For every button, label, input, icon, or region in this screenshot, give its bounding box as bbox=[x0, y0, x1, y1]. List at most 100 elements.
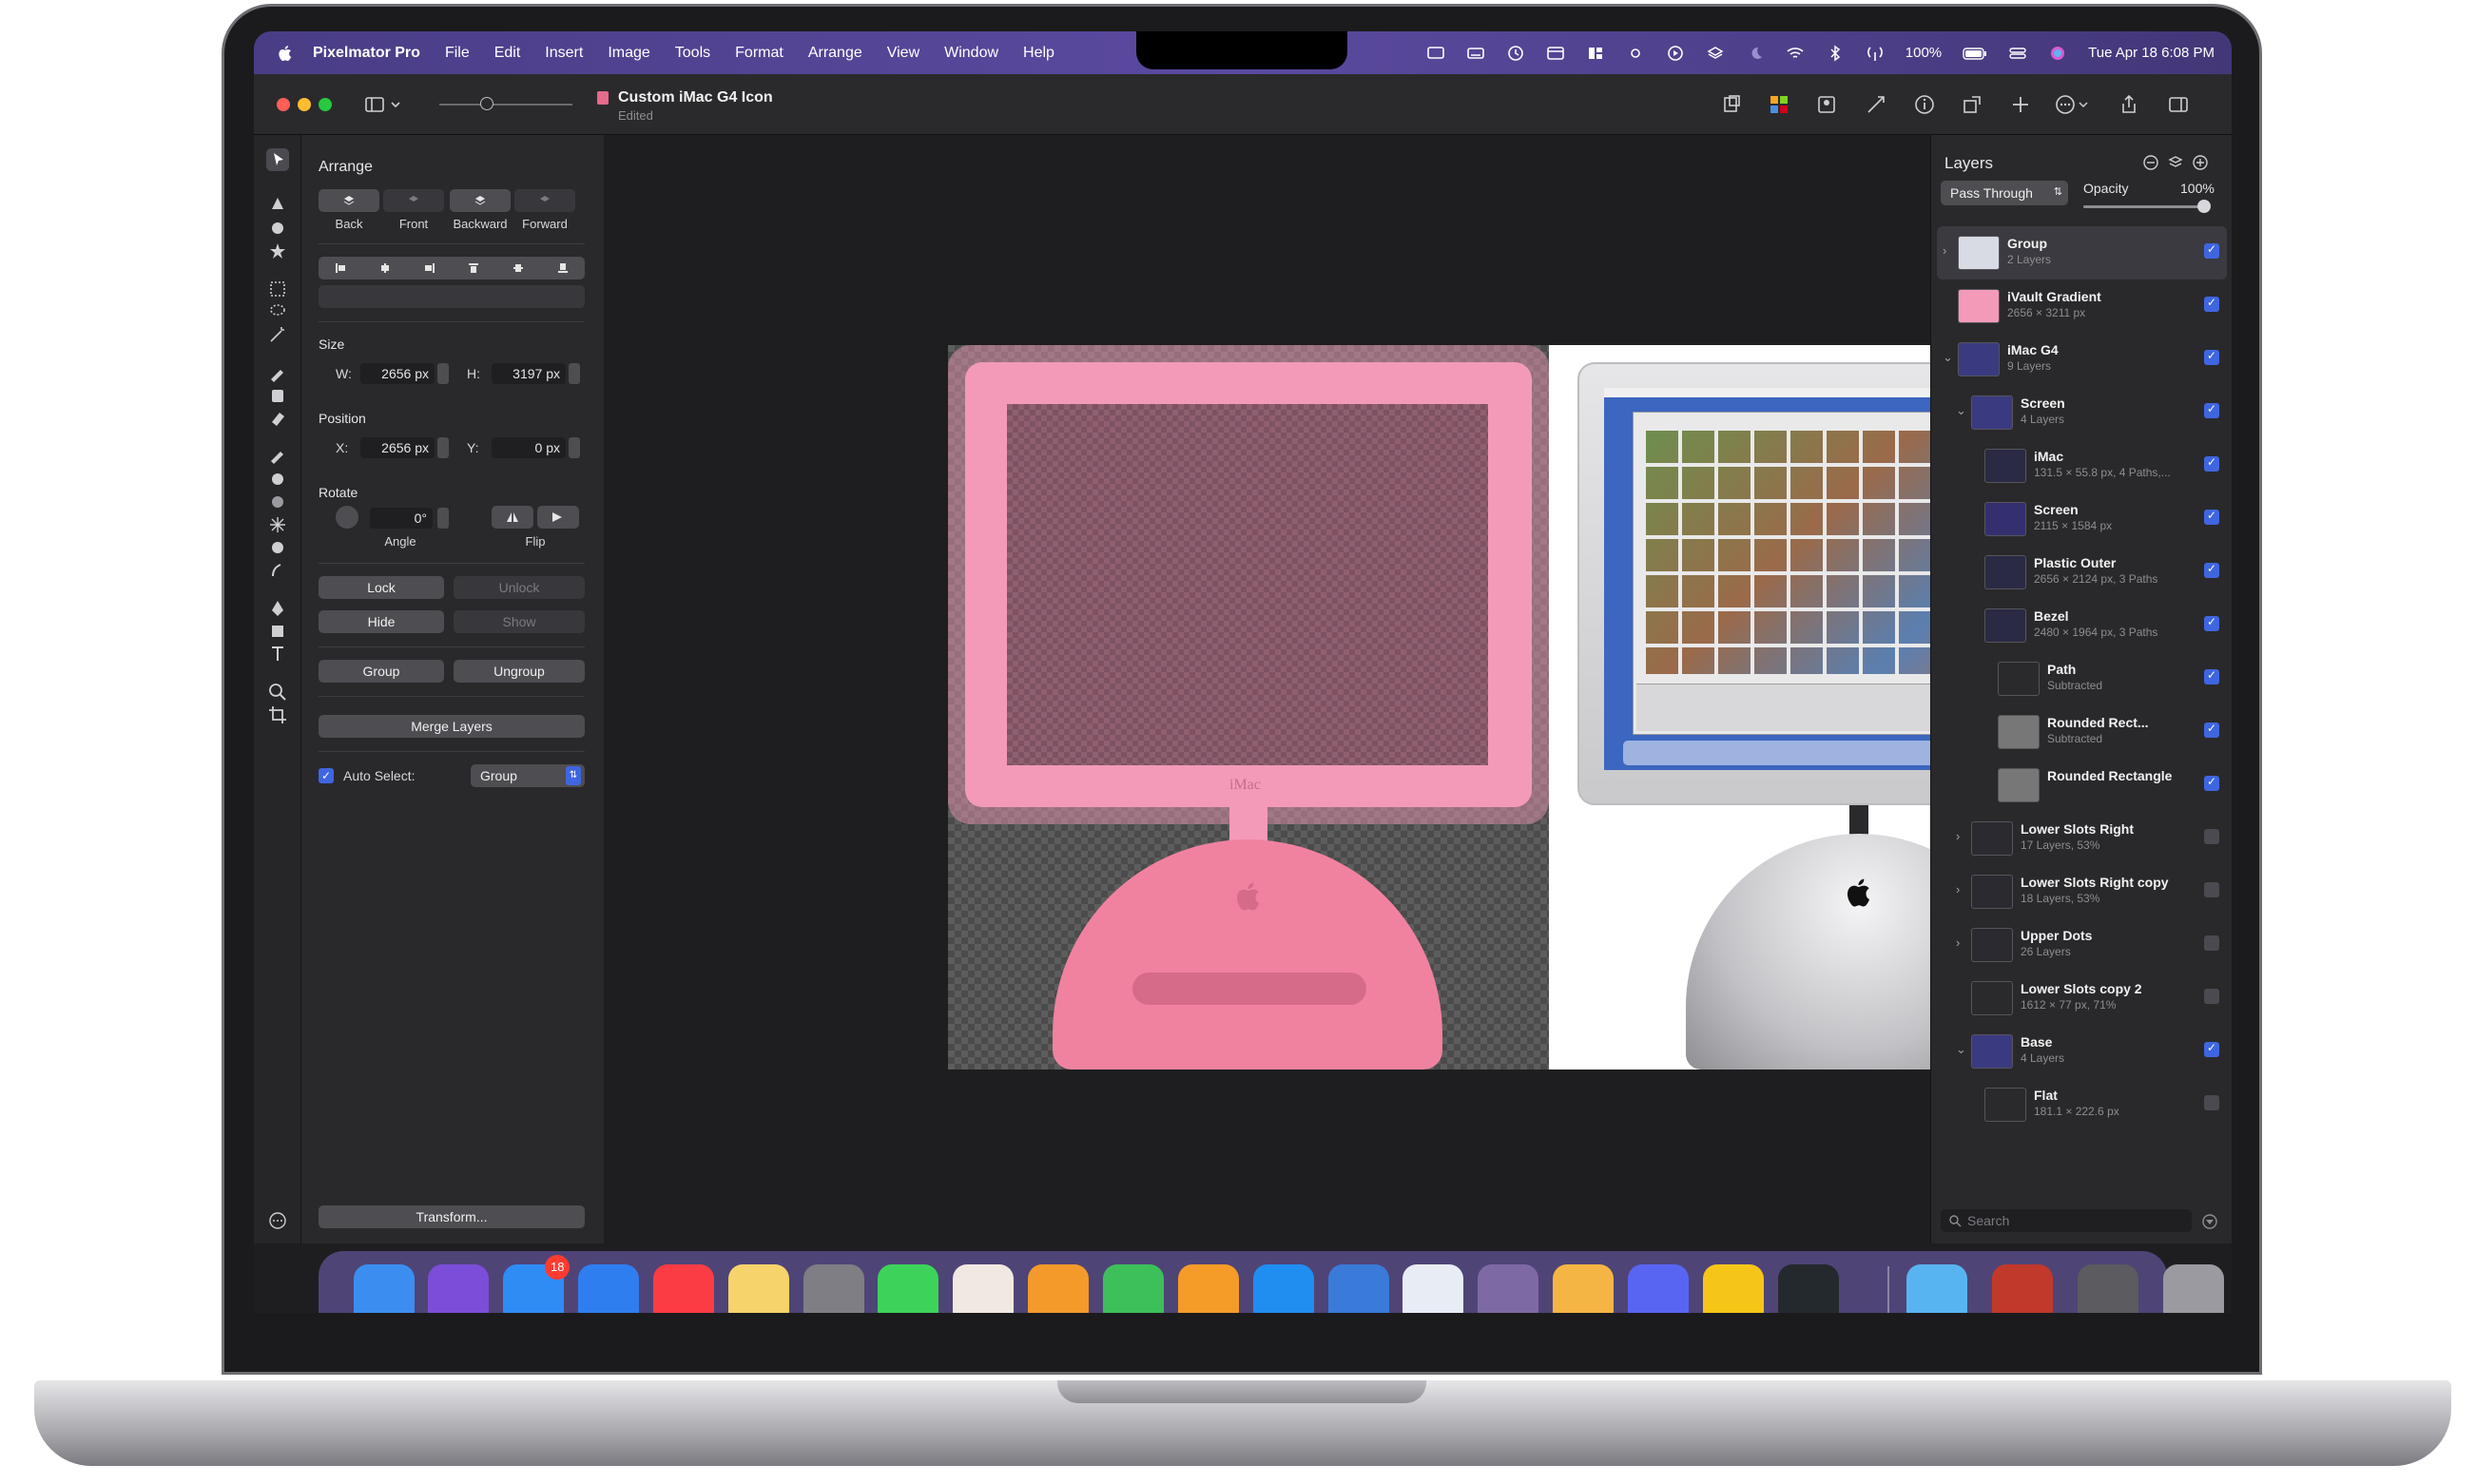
color-adjust-tool-icon[interactable] bbox=[266, 217, 289, 240]
merge-layers-button[interactable]: Merge Layers bbox=[319, 715, 585, 738]
layer-visibility-checkbox[interactable] bbox=[2204, 615, 2219, 631]
hide-button[interactable]: Hide bbox=[319, 610, 444, 633]
layer-visibility-checkbox[interactable] bbox=[2204, 989, 2219, 1004]
x-field[interactable]: 2656 px bbox=[360, 437, 435, 458]
format-icon[interactable] bbox=[1720, 93, 1743, 116]
photos-icon[interactable] bbox=[953, 1264, 1015, 1313]
layer-visibility-checkbox[interactable] bbox=[2204, 402, 2219, 418]
shape-tool-icon[interactable] bbox=[266, 620, 289, 643]
zoom-window-button[interactable] bbox=[319, 98, 332, 111]
crop-tool-icon[interactable] bbox=[266, 703, 289, 726]
align-right-icon[interactable] bbox=[423, 261, 436, 275]
zoom-slider[interactable] bbox=[439, 104, 572, 106]
bluetooth-icon[interactable] bbox=[1826, 45, 1845, 62]
textedit-icon[interactable] bbox=[1402, 1264, 1464, 1313]
layer-row[interactable]: › Lower Slots Right 17 Layers, 53% bbox=[1937, 812, 2227, 865]
folder-icon[interactable] bbox=[1906, 1264, 1967, 1313]
angle-field[interactable]: 0° bbox=[370, 508, 433, 529]
trash-icon[interactable] bbox=[2163, 1264, 2224, 1313]
front-button[interactable] bbox=[383, 189, 444, 212]
chevron-right-icon[interactable]: › bbox=[1956, 935, 1960, 950]
back-button[interactable] bbox=[319, 189, 379, 212]
layer-visibility-checkbox[interactable] bbox=[2204, 668, 2219, 684]
chevron-right-icon[interactable]: › bbox=[1956, 882, 1960, 896]
menu-view[interactable]: View bbox=[887, 45, 919, 62]
magic-wand-icon[interactable] bbox=[266, 323, 289, 346]
right-sidebar-icon[interactable] bbox=[2167, 93, 2190, 116]
menu-app-name[interactable]: Pixelmator Pro bbox=[313, 45, 420, 62]
width-field[interactable]: 2656 px bbox=[360, 363, 435, 384]
arrange-icon[interactable] bbox=[1961, 93, 1983, 116]
layer-visibility-checkbox[interactable] bbox=[2204, 722, 2219, 738]
layer-visibility-checkbox[interactable] bbox=[2204, 1095, 2219, 1110]
layer-visibility-checkbox[interactable] bbox=[2204, 455, 2219, 472]
chevron-down-icon[interactable] bbox=[389, 93, 402, 116]
unlock-button[interactable]: Unlock bbox=[454, 576, 585, 599]
github-icon[interactable] bbox=[1777, 1264, 1839, 1313]
more-icon[interactable] bbox=[2054, 93, 2090, 116]
control-center-icon[interactable] bbox=[2008, 45, 2027, 62]
music-icon[interactable] bbox=[652, 1264, 714, 1313]
find-my-icon[interactable] bbox=[1103, 1264, 1165, 1313]
auto-select-dropdown[interactable]: Group ⇅ bbox=[471, 764, 585, 787]
layer-row[interactable]: ⌄ Base 4 Layers bbox=[1937, 1025, 2227, 1078]
sharpen-tool-icon[interactable] bbox=[266, 513, 289, 536]
align-bottom-icon[interactable] bbox=[556, 261, 570, 275]
window-icon[interactable] bbox=[1546, 45, 1565, 62]
align-middle-icon[interactable] bbox=[512, 261, 525, 275]
layer-row[interactable]: Screen 2115 × 1584 px bbox=[1937, 492, 2227, 546]
layer-row[interactable]: Lower Slots copy 2 1612 × 77 px, 71% bbox=[1937, 972, 2227, 1025]
arrange-tool-icon[interactable] bbox=[266, 148, 289, 171]
y-field[interactable]: 0 px bbox=[492, 437, 566, 458]
y-stepper[interactable] bbox=[569, 437, 580, 458]
layer-visibility-checkbox[interactable] bbox=[2204, 349, 2219, 365]
apple-menu-icon[interactable] bbox=[275, 43, 296, 64]
blend-mode-dropdown[interactable]: Pass Through ⇅ bbox=[1941, 181, 2068, 205]
chevron-down-icon[interactable]: ⌄ bbox=[1956, 1042, 1966, 1057]
stack-icon[interactable] bbox=[1706, 45, 1725, 62]
type-tool-icon[interactable] bbox=[266, 643, 289, 665]
clock-icon[interactable] bbox=[1506, 45, 1525, 62]
color-adjust-icon[interactable] bbox=[1768, 93, 1790, 116]
menu-format[interactable]: Format bbox=[735, 45, 783, 62]
opacity-value[interactable]: 100% bbox=[2180, 181, 2215, 196]
forward-button[interactable] bbox=[514, 189, 575, 212]
layer-visibility-checkbox[interactable] bbox=[2204, 775, 2219, 791]
books-icon[interactable] bbox=[1992, 1264, 2053, 1313]
collapse-icon[interactable] bbox=[2142, 154, 2159, 171]
messages-icon[interactable] bbox=[878, 1264, 939, 1313]
show-button[interactable]: Show bbox=[454, 610, 585, 633]
align-left-icon[interactable] bbox=[334, 261, 347, 275]
paint-tool-icon[interactable] bbox=[266, 361, 289, 384]
layers-search-field[interactable]: Search bbox=[1941, 1209, 2192, 1232]
chevron-right-icon[interactable]: › bbox=[1956, 829, 1960, 843]
layer-visibility-checkbox[interactable] bbox=[2204, 829, 2219, 844]
siri-status-icon[interactable] bbox=[2048, 45, 2067, 62]
battery-icon[interactable] bbox=[1963, 45, 1987, 62]
pixelmator-icon[interactable] bbox=[1553, 1264, 1615, 1313]
x-stepper[interactable] bbox=[437, 437, 449, 458]
angle-stepper[interactable] bbox=[437, 508, 449, 529]
layer-visibility-checkbox[interactable] bbox=[2204, 935, 2219, 951]
opacity-slider[interactable] bbox=[2083, 205, 2205, 208]
menu-window[interactable]: Window bbox=[944, 45, 998, 62]
transform-button[interactable]: Transform... bbox=[319, 1205, 585, 1228]
smudge-tool-icon[interactable] bbox=[266, 559, 289, 582]
finder-icon[interactable] bbox=[353, 1264, 415, 1313]
notes-icon[interactable] bbox=[727, 1264, 789, 1313]
layer-row[interactable]: ⌄ Screen 4 Layers bbox=[1937, 386, 2227, 439]
screen-share-icon[interactable] bbox=[1426, 45, 1445, 62]
discord-icon[interactable] bbox=[1627, 1264, 1689, 1313]
chevron-right-icon[interactable]: › bbox=[1943, 243, 1946, 258]
layer-row[interactable]: iVault Gradient 2656 × 3211 px bbox=[1937, 279, 2227, 333]
brightness-icon[interactable] bbox=[1626, 45, 1645, 62]
more-tools-icon[interactable] bbox=[266, 1209, 289, 1232]
layer-row[interactable]: Rounded Rect... Subtracted bbox=[1937, 705, 2227, 759]
width-stepper[interactable] bbox=[437, 363, 449, 384]
home-icon[interactable] bbox=[1177, 1264, 1239, 1313]
layers-stack-icon[interactable] bbox=[2167, 154, 2184, 171]
menu-help[interactable]: Help bbox=[1023, 45, 1054, 62]
backward-button[interactable] bbox=[450, 189, 511, 212]
chevron-down-icon[interactable]: ⌄ bbox=[1956, 403, 1966, 418]
photo-icon[interactable] bbox=[1815, 93, 1838, 116]
